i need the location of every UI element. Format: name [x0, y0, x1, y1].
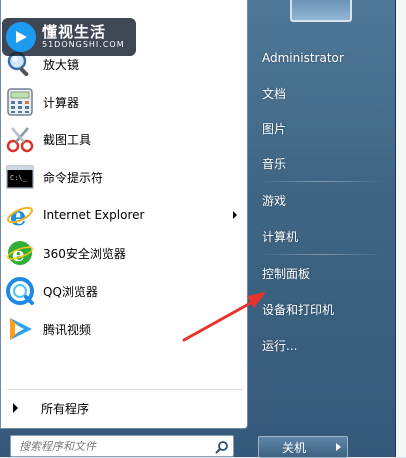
watermark-title: 懂视生活 — [42, 23, 107, 41]
site-watermark: 懂视生活 51DONGSHI.COM — [2, 18, 136, 56]
program-item-calculator[interactable]: 计算器 — [1, 84, 245, 120]
right-item-music[interactable]: 音乐 — [262, 152, 286, 174]
watermark-subtitle: 51DONGSHI.COM — [42, 40, 125, 49]
qq-browser-icon — [5, 276, 35, 306]
svg-text:C:\_: C:\_ — [10, 174, 28, 182]
program-list-pane: 放大镜 计算器 截图工具 C:\_ 命令提示符 e Internet Explo… — [0, 0, 248, 429]
tencent-video-icon — [5, 314, 35, 344]
program-item-internet-explorer[interactable]: e Internet Explorer — [1, 197, 245, 233]
shutdown-button[interactable]: 关机 — [258, 436, 330, 458]
watermark-logo-icon — [6, 22, 36, 52]
program-label: 腾讯视频 — [43, 322, 92, 337]
user-picture[interactable] — [290, 0, 352, 22]
program-label: 360安全浏览器 — [43, 246, 126, 261]
program-label: Internet Explorer — [43, 208, 145, 222]
program-list-divider — [7, 389, 243, 390]
program-label: 命令提示符 — [43, 170, 104, 185]
submenu-arrow-icon[interactable] — [233, 211, 237, 219]
internet-explorer-icon: e — [5, 200, 35, 230]
command-prompt-icon: C:\_ — [5, 162, 35, 192]
program-label: 计算器 — [43, 95, 80, 110]
right-item-user[interactable]: Administrator — [262, 47, 344, 69]
search-icon[interactable] — [215, 439, 229, 454]
360-browser-icon: e — [5, 238, 35, 268]
svg-text:e: e — [10, 202, 27, 229]
snipping-tool-icon — [5, 124, 35, 154]
right-item-computer[interactable]: 计算机 — [262, 225, 298, 247]
search-input[interactable] — [11, 438, 211, 454]
program-item-snipping-tool[interactable]: 截图工具 — [1, 121, 245, 157]
program-label: 放大镜 — [43, 57, 80, 72]
all-programs-button[interactable]: 所有程序 — [7, 397, 243, 419]
right-pane-separator — [258, 181, 384, 182]
search-box — [10, 435, 234, 457]
program-item-360-browser[interactable]: e 360安全浏览器 — [1, 235, 245, 271]
program-item-command-prompt[interactable]: C:\_ 命令提示符 — [1, 159, 245, 195]
program-label: QQ浏览器 — [43, 284, 98, 299]
program-label: 截图工具 — [43, 132, 92, 147]
triangle-right-icon — [335, 443, 341, 451]
program-item-qq-browser[interactable]: QQ浏览器 — [1, 273, 245, 309]
right-pane-separator — [258, 254, 384, 255]
right-item-control-panel[interactable]: 控制面板 — [262, 262, 310, 284]
shutdown-options-button[interactable] — [329, 436, 348, 458]
start-menu: 放大镜 计算器 截图工具 C:\_ 命令提示符 e Internet Explo… — [0, 0, 396, 458]
right-item-devices-printers[interactable]: 设备和打印机 — [262, 298, 334, 320]
program-item-tencent-video[interactable]: 腾讯视频 — [1, 311, 245, 347]
svg-text:e: e — [12, 242, 25, 266]
right-item-run[interactable]: 运行... — [262, 334, 297, 356]
right-item-games[interactable]: 游戏 — [262, 189, 286, 211]
calculator-icon — [5, 87, 35, 117]
right-item-pictures[interactable]: 图片 — [262, 117, 286, 139]
triangle-right-icon — [13, 403, 18, 413]
right-item-documents[interactable]: 文档 — [262, 82, 286, 104]
all-programs-label: 所有程序 — [41, 401, 90, 416]
